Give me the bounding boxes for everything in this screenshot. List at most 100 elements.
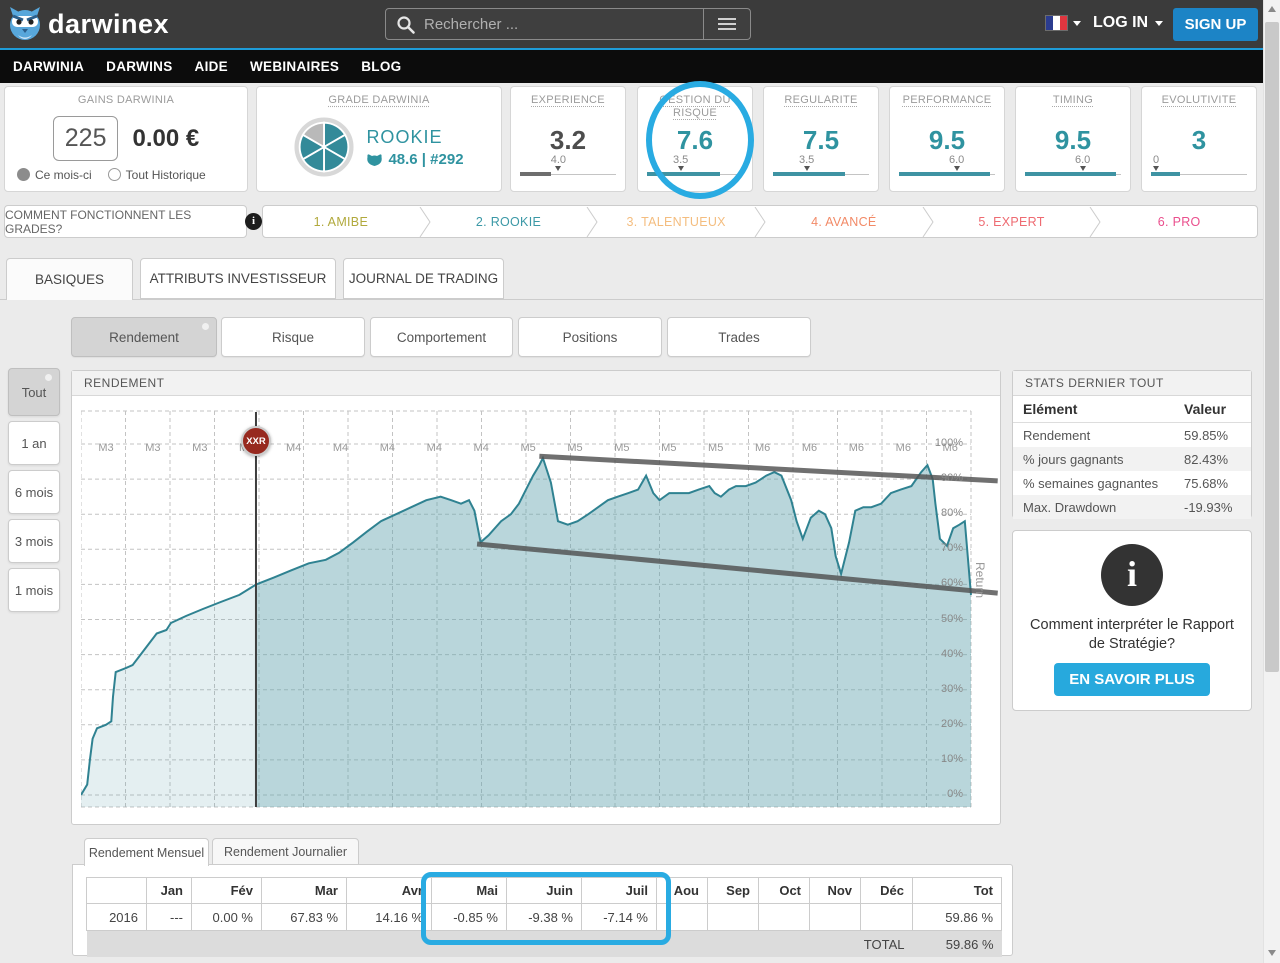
help-panel: i Comment interpréter le Rapport de Stra… xyxy=(1012,530,1252,711)
subtab-positions[interactable]: Positions xyxy=(518,317,662,357)
y-axis-label: 70% xyxy=(917,542,963,554)
card-title[interactable]: GRADE DARWINIA xyxy=(257,94,501,107)
x-axis-label: M5 xyxy=(655,442,683,454)
stats-row: % jours gagnants82.43% xyxy=(1013,447,1251,471)
x-axis-label: M5 xyxy=(702,442,730,454)
subtab-rendement[interactable]: Rendement xyxy=(71,317,217,357)
chevron-separator-icon xyxy=(419,206,431,237)
brand-name: darwinex xyxy=(48,9,169,40)
range-1-mois[interactable]: 1 mois xyxy=(8,568,60,612)
kpi-value: 7.5 xyxy=(764,126,878,154)
total-value: 59.86 % xyxy=(913,931,1002,958)
stats-col-element: Elément xyxy=(1013,396,1174,423)
info-icon: i xyxy=(1101,544,1163,606)
radio-this-month[interactable]: Ce mois-ci xyxy=(17,168,92,182)
x-axis-label: M6 xyxy=(842,442,870,454)
subtab-trades[interactable]: Trades xyxy=(667,317,811,357)
grade-step-avance[interactable]: 4. AVANCÉ xyxy=(766,206,922,237)
kpi-card-performance: PERFORMANCE 9.5 6.0 xyxy=(889,86,1005,192)
x-axis-label: M6 xyxy=(889,442,917,454)
kpi-card-regularite: REGULARITE 7.5 3.5 xyxy=(763,86,879,192)
grade-score-value: 48.6 | #292 xyxy=(388,151,463,168)
gains-amount: 0.00 € xyxy=(132,125,199,153)
nav-item-aide[interactable]: AIDE xyxy=(195,59,228,74)
nav-item-webinaires[interactable]: WEBINAIRES xyxy=(250,59,339,74)
learn-more-button[interactable]: EN SAVOIR PLUS xyxy=(1054,663,1210,696)
total-label: TOTAL xyxy=(861,931,913,958)
nav-item-darwinia[interactable]: DARWINIA xyxy=(13,59,84,74)
monthly-returns-panel: JanFév MarAvrMai JuinJuilAou SepOctNov D… xyxy=(72,864,1013,956)
grade-step-pro[interactable]: 6. PRO xyxy=(1101,206,1257,237)
scroll-down-icon[interactable] xyxy=(1268,950,1276,956)
stats-row: Max. Drawdown-19.93% xyxy=(1013,495,1251,519)
score-bar xyxy=(520,172,616,176)
how-grades-work-button[interactable]: COMMENT FONCTIONNENT LES GRADES? xyxy=(4,205,247,238)
score-bar xyxy=(773,172,869,176)
range-6-mois[interactable]: 6 mois xyxy=(8,470,60,514)
nav-item-darwins[interactable]: DARWINS xyxy=(106,59,172,74)
tabs-divider xyxy=(0,299,1280,300)
y-axis-label: 60% xyxy=(917,577,963,589)
login-button[interactable]: LOG IN xyxy=(1093,14,1163,32)
chevron-separator-icon xyxy=(754,206,766,237)
kpi-value: 3.2 xyxy=(511,126,625,154)
y-axis-label: 10% xyxy=(917,753,963,765)
chevron-separator-icon xyxy=(1089,206,1101,237)
kpi-card-experience: EXPERIENCE 3.2 4.0 xyxy=(510,86,626,192)
x-axis-label: M6 xyxy=(796,442,824,454)
grade-name: ROOKIE xyxy=(366,127,463,148)
range-3-mois[interactable]: 3 mois xyxy=(8,519,60,563)
radio-all-history[interactable]: Tout Historique xyxy=(108,168,206,182)
search-menu-button[interactable] xyxy=(703,9,750,39)
stats-col-valeur: Valeur xyxy=(1174,396,1251,423)
x-axis-label: M4 xyxy=(420,442,448,454)
benchmark-marker-icon xyxy=(555,166,561,171)
brand-logo[interactable]: darwinex xyxy=(8,4,169,44)
tab-basiques[interactable]: BASIQUES xyxy=(6,258,133,300)
x-axis-label: M3 xyxy=(92,442,120,454)
x-axis-label: M6 xyxy=(749,442,777,454)
x-axis-label: M5 xyxy=(561,442,589,454)
chevron-down-icon xyxy=(1073,21,1081,26)
grade-step-talentueux[interactable]: 3. TALENTUEUX xyxy=(598,206,754,237)
stats-header: STATS DERNIER TOUT xyxy=(1013,371,1251,396)
signup-button[interactable]: SIGN UP xyxy=(1173,8,1258,41)
tab-attributs-investisseur[interactable]: ATTRIBUTS INVESTISSEUR xyxy=(140,258,336,299)
range-1-an[interactable]: 1 an xyxy=(8,421,60,465)
nav-item-blog[interactable]: BLOG xyxy=(361,59,401,74)
scrollbar-thumb[interactable] xyxy=(1265,22,1279,672)
info-icon[interactable]: i xyxy=(245,213,262,230)
darwinex-page: darwinex LOG IN SIGN UP xyxy=(0,0,1280,963)
table-row-2016: 2016 --- 0.00 % 67.83 % 14.16 % -0.85 % … xyxy=(87,904,1002,931)
range-tout[interactable]: Tout xyxy=(8,368,60,416)
subtab-comportement[interactable]: Comportement xyxy=(370,317,513,357)
stats-panel: STATS DERNIER TOUT ElémentValeur Rendeme… xyxy=(1012,370,1252,518)
benchmark-value: 6.0 xyxy=(949,154,964,166)
row-total-value: 59.86 % xyxy=(913,904,1002,931)
x-axis-label: M3 xyxy=(139,442,167,454)
y-axis-label: 50% xyxy=(917,613,963,625)
tab-rendement-journalier[interactable]: Rendement Journalier xyxy=(212,838,359,865)
grade-step-amibe[interactable]: 1. AMIBE xyxy=(263,206,419,237)
language-selector[interactable] xyxy=(1046,16,1081,30)
search-input[interactable] xyxy=(386,15,703,34)
page-scrollbar[interactable] xyxy=(1263,0,1280,963)
scroll-up-icon[interactable] xyxy=(1268,6,1276,12)
x-axis-label: M4 xyxy=(327,442,355,454)
return-area-chart xyxy=(81,410,1000,810)
grade-step-expert[interactable]: 5. EXPERT xyxy=(934,206,1090,237)
chart-plot-area[interactable]: XXR Return M3M3M3M3M4M4M4M4M4M5M5M5M5M5M… xyxy=(72,396,1000,824)
grade-step-rookie[interactable]: 2. ROOKIE xyxy=(431,206,587,237)
benchmark-value: 0 xyxy=(1153,154,1159,166)
grade-pie-icon xyxy=(294,117,354,177)
xxr-marker-badge[interactable]: XXR xyxy=(241,426,271,456)
benchmark-marker-icon xyxy=(1153,166,1159,171)
grade-steps-bar: 1. AMIBE 2. ROOKIE 3. TALENTUEUX 4. AVAN… xyxy=(262,205,1258,238)
tab-rendement-mensuel[interactable]: Rendement Mensuel xyxy=(84,838,209,866)
subtab-risque[interactable]: Risque xyxy=(221,317,365,357)
tab-journal-de-trading[interactable]: JOURNAL DE TRADING xyxy=(343,258,504,299)
table-header-row: JanFév MarAvrMai JuinJuilAou SepOctNov D… xyxy=(87,878,1002,904)
french-flag-icon xyxy=(1046,16,1067,30)
kpi-value: 3 xyxy=(1142,126,1256,154)
x-axis-label: M4 xyxy=(280,442,308,454)
